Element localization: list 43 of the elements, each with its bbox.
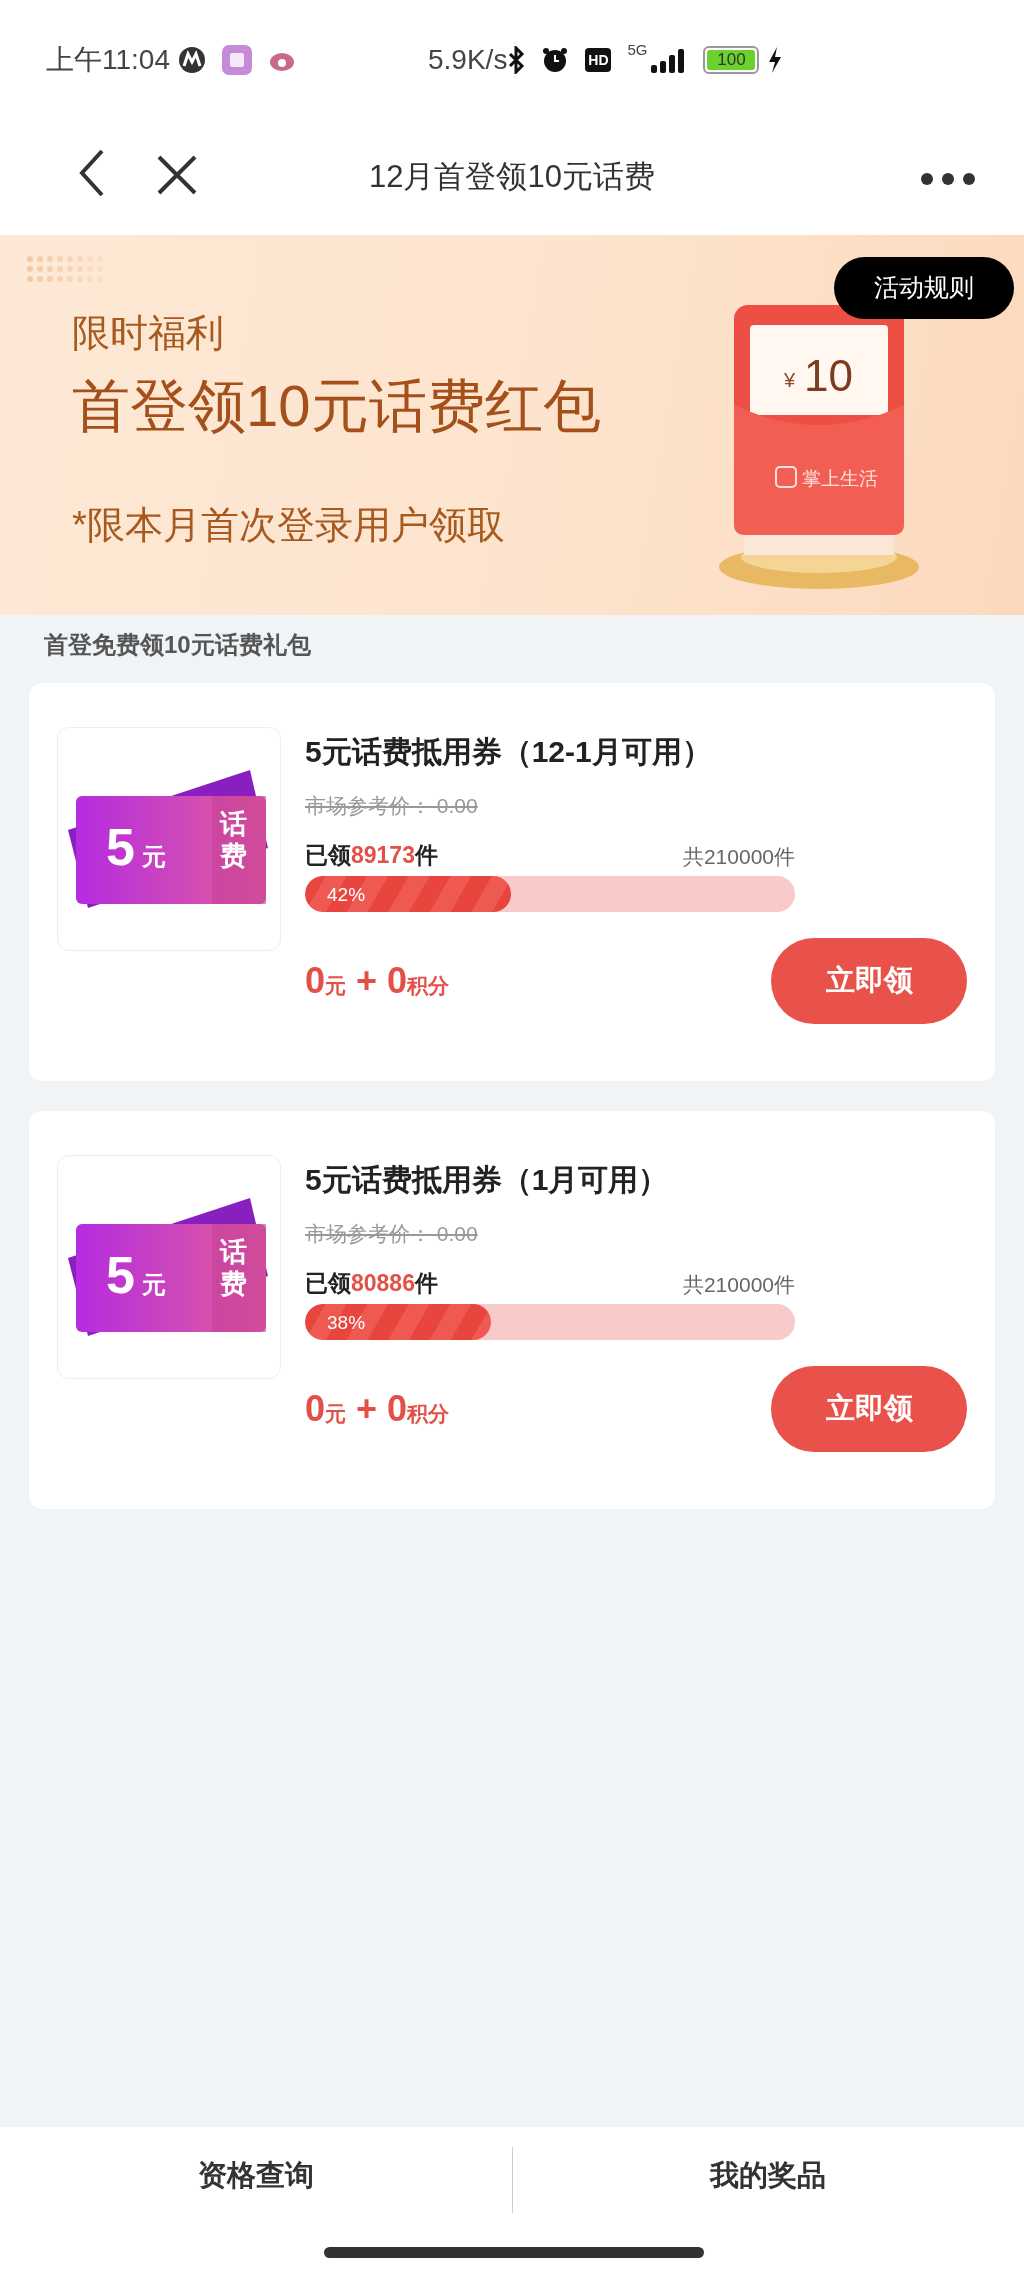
progress-percent: 42% xyxy=(327,883,366,907)
hd-badge: HD xyxy=(585,48,612,72)
network-speed: 5.9K/s xyxy=(428,43,508,77)
total-count: 共210000件 xyxy=(682,1271,795,1298)
claim-button[interactable]: 立即领 xyxy=(771,1366,967,1452)
claim-button[interactable]: 立即领 xyxy=(771,938,967,1024)
activity-rules-button[interactable]: 活动规则 xyxy=(834,257,1014,319)
total-count: 共210000件 xyxy=(682,843,795,870)
section-title: 首登免费领10元话费礼包 xyxy=(44,631,311,658)
envelope-brand: 掌上生活 xyxy=(802,468,878,489)
banner-subtitle: 限时福利 xyxy=(72,311,225,356)
price-text: 0元 + 0积分 xyxy=(305,1387,450,1431)
charging-icon xyxy=(767,47,784,73)
brand-logo-icon xyxy=(775,466,797,488)
price-text: 0元 + 0积分 xyxy=(305,959,450,1003)
status-time: 上午11:04 xyxy=(46,43,170,77)
battery-level: 100 xyxy=(707,50,756,70)
bottom-tab[interactable]: 我的奖品 xyxy=(704,2153,833,2199)
envelope-currency: ¥ xyxy=(784,369,796,391)
close-icon[interactable] xyxy=(157,155,197,195)
ticket-label: 话费 xyxy=(220,1236,248,1301)
more-icon[interactable] xyxy=(920,172,976,186)
carrier-icon xyxy=(178,46,206,74)
market-price: 市场参考价： 0.00 xyxy=(305,793,478,819)
coupon-title: 5元话费抵用券（1月可用） xyxy=(305,1162,670,1198)
bottom-tab[interactable]: 资格查询 xyxy=(191,2153,320,2199)
ticket-amount: 5 元 xyxy=(106,817,166,878)
market-price: 市场参考价： 0.00 xyxy=(305,1221,478,1247)
network-type: 5G xyxy=(627,42,648,57)
ticket-label: 话费 xyxy=(220,808,248,873)
claimed-count: 已领80886件 xyxy=(305,1268,438,1298)
app-icon xyxy=(222,45,252,75)
banner-note: *限本月首次登录用户领取 xyxy=(72,503,506,548)
banner-headline: 首登领10元话费红包 xyxy=(72,372,601,440)
coupon-title: 5元话费抵用券（12-1月可用） xyxy=(305,734,713,770)
ticket-amount: 5 元 xyxy=(106,1245,166,1306)
page-title: 12月首登领10元话费 xyxy=(369,159,655,195)
bluetooth-icon xyxy=(507,46,526,74)
claimed-count: 已领89173件 xyxy=(305,840,438,870)
envelope-amount: 10 xyxy=(804,351,853,400)
back-icon[interactable] xyxy=(78,148,106,198)
alarm-icon xyxy=(541,46,570,74)
progress-percent: 38% xyxy=(327,1311,366,1335)
